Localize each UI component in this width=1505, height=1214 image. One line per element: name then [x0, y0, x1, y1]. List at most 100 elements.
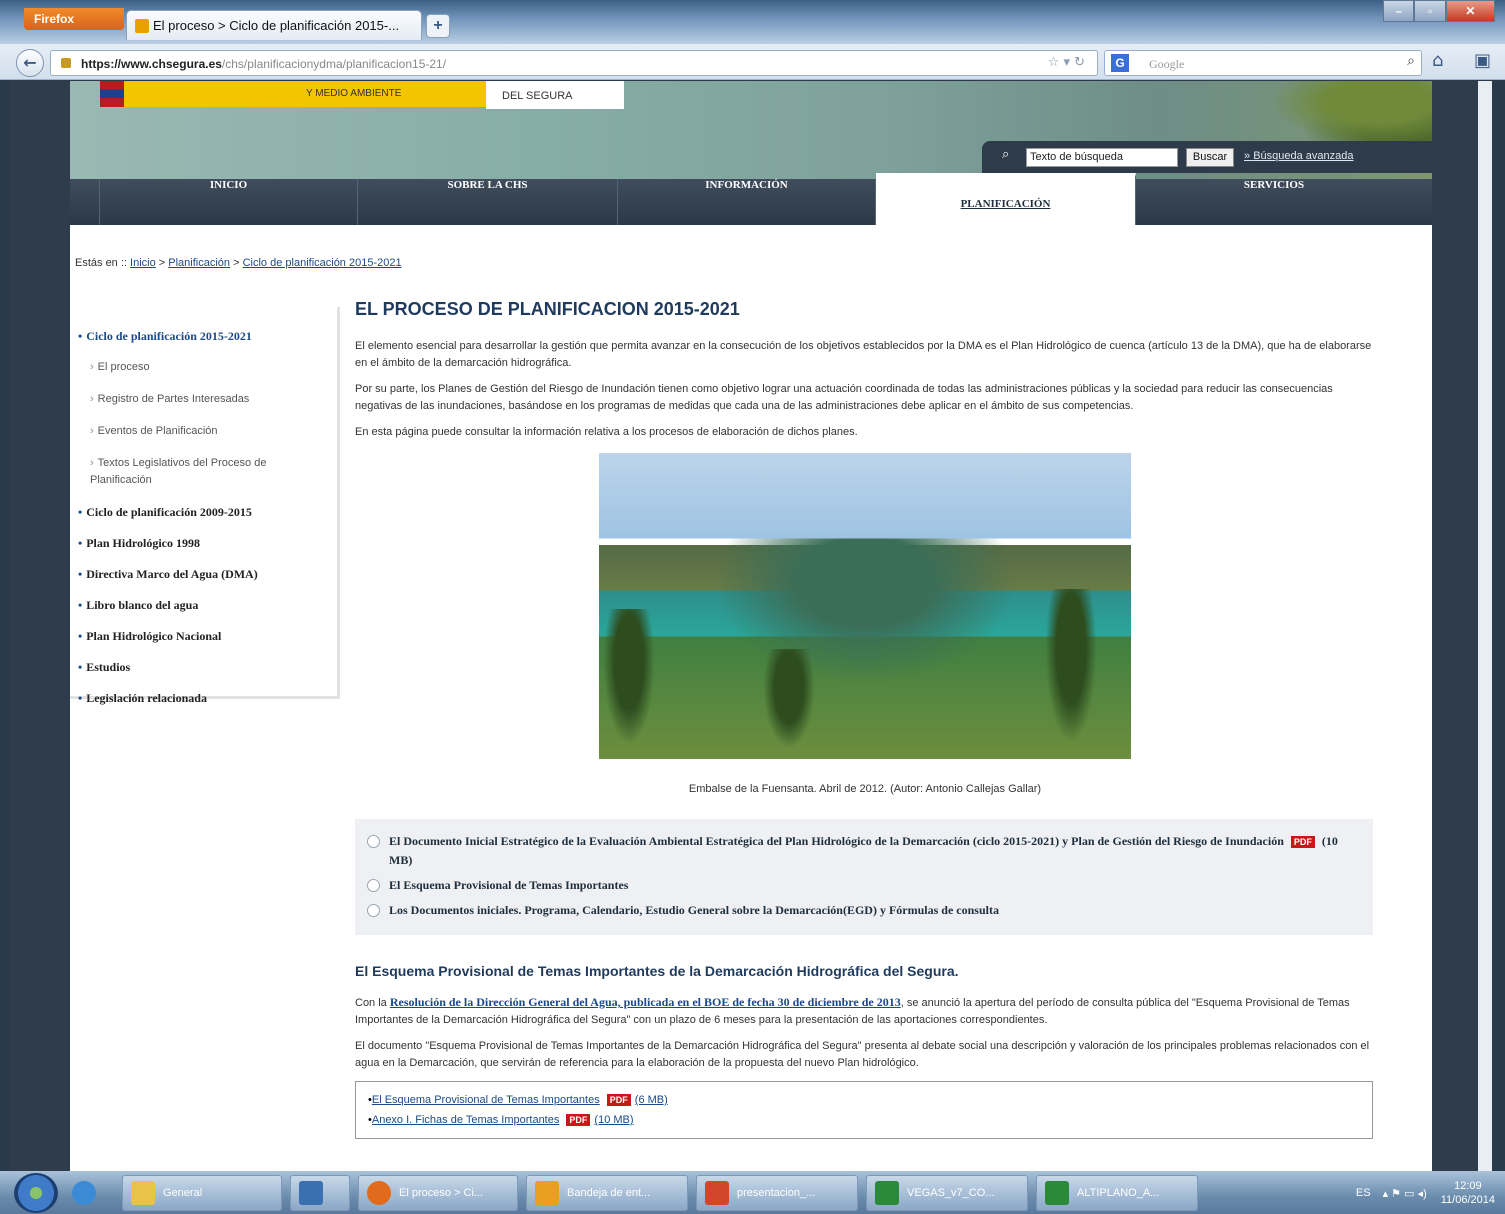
bookmark-star-icon[interactable]: ☆ ▾ ↻ [1048, 55, 1085, 70]
new-tab-button[interactable]: + [426, 14, 450, 38]
spain-flag-icon [100, 81, 124, 107]
doc-item-esquema[interactable]: El Esquema Provisional de Temas Importan… [367, 873, 1363, 898]
page-viewport: Y MEDIO AMBIENTE DEL SEGURA ⌕ Texto de b… [10, 81, 1492, 1171]
sidebar: Ciclo de planificación 2015-2021 El proc… [70, 307, 340, 705]
sidebar-sub-proceso[interactable]: El proceso [70, 352, 337, 384]
bookmarks-icon[interactable]: ▣ [1474, 50, 1491, 71]
sidebar-item-ciclo-2015[interactable]: Ciclo de planificación 2015-2021 [70, 321, 337, 352]
ie-icon [72, 1180, 96, 1205]
download-size-esquema[interactable]: (6 MB) [635, 1094, 668, 1106]
favicon-icon [135, 19, 149, 33]
sidebar-item-libro-blanco[interactable]: Libro blanco del agua [70, 590, 337, 621]
sidebar-sub-registro[interactable]: Registro de Partes Interesadas [70, 384, 337, 416]
download-item-esquema: •El Esquema Provisional de Temas Importa… [368, 1094, 668, 1107]
resolucion-link[interactable]: Resolución de la Dirección General del A… [390, 995, 901, 1009]
taskbar-ie[interactable] [64, 1175, 114, 1211]
sidebar-item-legislacion[interactable]: Legislación relacionada [70, 683, 337, 714]
browser-navbar: ← https://www.chsegura.es/chs/planificac… [0, 44, 1505, 80]
taskbar-excel-vegas[interactable]: VEGAS_v7_CO... [866, 1174, 1028, 1211]
taskbar-excel-altiplano[interactable]: ALTIPLANO_A... [1036, 1174, 1198, 1211]
breadcrumb-planificacion[interactable]: Planificación [168, 257, 230, 269]
firefox-icon [367, 1180, 391, 1205]
minimize-button[interactable]: – [1383, 0, 1415, 22]
sidebar-sub-textos[interactable]: Textos Legislativos del Proceso de Plani… [70, 448, 310, 497]
paragraph-2: Por su parte, los Planes de Gestión del … [355, 383, 1333, 412]
excel-icon [875, 1180, 899, 1205]
site-search: ⌕ Texto de búsqueda Buscar » Búsqueda av… [982, 141, 1432, 173]
photo-tree-right [1041, 589, 1101, 759]
expand-icon [367, 879, 380, 892]
documents-box: El Documento Inicial Estratégico de la E… [355, 819, 1373, 935]
download-link-anexo[interactable]: Anexo I. Fichas de Temas Importantes [372, 1114, 560, 1126]
nav-sobre-la-chs[interactable]: SOBRE LA CHS [358, 179, 618, 225]
sidebar-item-plan-1998[interactable]: Plan Hidrológico 1998 [70, 528, 337, 559]
close-button[interactable]: ✕ [1445, 0, 1495, 22]
taskbar-outlook[interactable]: Bandeja de ent... [526, 1174, 688, 1211]
advanced-search-link[interactable]: » Búsqueda avanzada [1244, 150, 1354, 162]
breadcrumb-inicio[interactable]: Inicio [130, 257, 156, 269]
ministry-logo[interactable]: Y MEDIO AMBIENTE [100, 81, 500, 107]
advanced-search-label: Búsqueda avanzada [1253, 150, 1354, 162]
nav-informacion[interactable]: INFORMACIÓN [618, 179, 876, 225]
search-icon[interactable]: ⌕ [1407, 53, 1415, 69]
site-search-button[interactable]: Buscar [1186, 148, 1234, 167]
google-icon[interactable]: G [1111, 54, 1129, 72]
sidebar-item-plan-nacional[interactable]: Plan Hidrológico Nacional [70, 621, 337, 652]
maximize-button[interactable]: ▫ [1414, 0, 1446, 22]
breadcrumb-ciclo[interactable]: Ciclo de planificación 2015-2021 [243, 257, 402, 269]
doc-item-esquema-label: El Esquema Provisional de Temas Importan… [389, 878, 629, 892]
search-icon: ⌕ [1002, 147, 1010, 162]
start-button[interactable] [14, 1172, 58, 1213]
section-title: El Esquema Provisional de Temas Importan… [355, 963, 959, 979]
confederation-logo[interactable]: DEL SEGURA [486, 81, 624, 109]
expand-icon [367, 904, 380, 917]
nav-spacer [70, 179, 100, 225]
taskbar-powerpoint[interactable]: presentacion_... [696, 1174, 858, 1211]
site-search-input[interactable]: Texto de búsqueda [1026, 148, 1178, 167]
taskbar-general[interactable]: General [122, 1174, 282, 1211]
sidebar-item-ciclo-2009[interactable]: Ciclo de planificación 2009-2015 [70, 497, 337, 528]
breadcrumb-prefix: Estás en :: [75, 257, 127, 269]
nav-servicios[interactable]: SERVICIOS [1136, 179, 1412, 225]
download-size-anexo[interactable]: (10 MB) [594, 1114, 633, 1126]
main-nav: INICIO SOBRE LA CHS INFORMACIÓN PLANIFIC… [70, 173, 1432, 225]
outlook-icon [535, 1180, 559, 1205]
url-domain: https://www.chsegura.es [81, 57, 222, 71]
paragraph-1: El elemento esencial para desarrollar la… [355, 340, 1372, 369]
language-indicator[interactable]: ES [1356, 1187, 1371, 1199]
clock-date: 11/06/2014 [1440, 1194, 1495, 1206]
paragraph-3: En esta página puede consultar la inform… [355, 426, 858, 438]
download-item-anexo: •Anexo I. Fichas de Temas Importantes PD… [368, 1114, 634, 1127]
taskbar-outlook-label: Bandeja de ent... [567, 1186, 651, 1199]
back-button[interactable]: ← [16, 49, 44, 77]
sidebar-item-estudios[interactable]: Estudios [70, 652, 337, 683]
taskbar-media[interactable] [290, 1174, 350, 1211]
scrollbar[interactable] [1478, 81, 1492, 1171]
doc-item-documentos-iniciales[interactable]: Los Documentos iniciales. Programa, Cale… [367, 898, 1363, 923]
tab-active[interactable]: El proceso > Ciclo de planificación 2015… [126, 10, 422, 40]
excel-icon [1045, 1180, 1069, 1205]
taskbar-excel-altiplano-label: ALTIPLANO_A... [1077, 1186, 1160, 1199]
home-icon[interactable]: ⌂ [1432, 50, 1443, 71]
paragraph-5: El documento "Esquema Provisional de Tem… [355, 1040, 1370, 1069]
sidebar-item-dma[interactable]: Directiva Marco del Agua (DMA) [70, 559, 337, 590]
expand-icon [367, 835, 380, 848]
ministry-text: Y MEDIO AMBIENTE [306, 88, 402, 99]
address-bar[interactable]: https://www.chsegura.es/chs/planificacio… [50, 50, 1098, 76]
taskbar-firefox[interactable]: El proceso > Ci... [358, 1174, 518, 1211]
nav-inicio[interactable]: INICIO [100, 179, 358, 225]
taskbar-general-label: General [163, 1186, 203, 1199]
breadcrumb: Estás en :: Inicio > Planificación > Cic… [75, 257, 402, 269]
browser-search-input[interactable]: G Google ⌕ [1104, 50, 1422, 76]
browser-titlebar: Firefox El proceso > Ciclo de planificac… [0, 0, 1505, 44]
nav-planificacion[interactable]: PLANIFICACIÓN [876, 173, 1136, 225]
tab-title: El proceso > Ciclo de planificación 2015… [153, 18, 400, 33]
clock[interactable]: 12:09 11/06/2014 [1441, 1179, 1495, 1207]
paragraph-4: Con la Resolución de la Dirección Genera… [355, 995, 1375, 1029]
url-path: /chs/planificacionydma/planificacion15-2… [221, 57, 447, 71]
tray-icons[interactable]: ▴ ⚑ ▭ ◂) [1383, 1187, 1427, 1200]
doc-item-inicial[interactable]: El Documento Inicial Estratégico de la E… [367, 829, 1363, 873]
firefox-menu-button[interactable]: Firefox [24, 8, 124, 30]
download-link-esquema[interactable]: El Esquema Provisional de Temas Importan… [372, 1094, 600, 1106]
sidebar-sub-eventos[interactable]: Eventos de Planificación [70, 416, 337, 448]
